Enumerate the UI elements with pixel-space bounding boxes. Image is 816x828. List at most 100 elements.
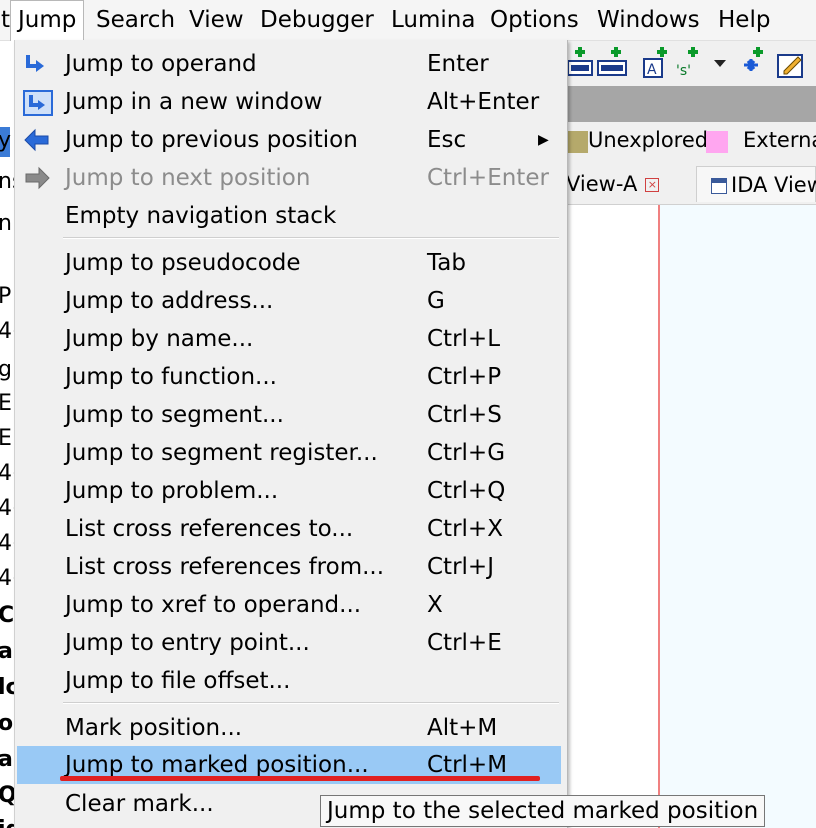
legend-unexplored-label: Unexplored [588,128,709,152]
menu-item-label: Jump to operand [65,51,257,77]
left-fragment: o [0,711,14,736]
add-ascii-icon[interactable]: A [642,45,672,79]
menu-item-jump-to-operand[interactable]: Jump to operand Enter [17,45,561,83]
menu-item-label: Jump to problem... [65,478,279,504]
menu-separator [63,237,559,239]
menu-item-jump-to-previous-position[interactable]: Jump to previous position Esc ▶ [17,121,561,159]
annotation-underline [60,776,540,781]
new-window-jump-icon [23,90,53,116]
left-fragment: a [0,639,13,664]
menu-item-label: Jump to pseudocode [65,250,301,276]
jump-menu: Jump to operand Enter Jump in a new wind… [14,40,568,828]
menu-item-label: Mark position... [65,715,243,741]
menu-item-label: Jump to address... [65,288,274,314]
menu-item-mark-position[interactable]: Mark position... Alt+M [17,709,561,747]
menu-windows[interactable]: Windows [590,0,707,40]
menu-item-shortcut: Ctrl+Q [427,478,506,504]
menu-item-jump-to-pseudocode[interactable]: Jump to pseudocode Tab [17,244,561,282]
navigation-band[interactable] [566,86,816,122]
window-icon [711,178,727,194]
unexplored-swatch [566,131,588,153]
menu-item-shortcut: Enter [427,51,489,77]
menu-item-shortcut: Ctrl+P [427,364,502,390]
menu-item-list-cross-references-from[interactable]: List cross references from... Ctrl+J [17,548,561,586]
menu-item-label: Jump to segment... [65,402,284,428]
menu-separator [63,702,559,704]
add-code-icon[interactable] [566,45,596,79]
menu-search[interactable]: Search [89,0,182,40]
menu-item-label: Jump in a new window [65,89,323,115]
left-fragment: P [0,284,12,309]
menu-item-jump-to-segment-register[interactable]: Jump to segment register... Ctrl+G [17,434,561,472]
menu-item-shortcut: Ctrl+J [427,554,494,580]
add-struct-icon[interactable]: 's' [674,45,704,79]
close-icon[interactable]: × [645,178,660,192]
left-fragment: g [0,357,12,382]
menu-jump[interactable]: Jump [10,0,85,41]
menu-item-label: Jump to segment register... [65,440,378,466]
menu-item-shortcut: Alt+Enter [427,89,540,115]
menu-item-label: Jump to file offset... [65,668,291,694]
add-enum-icon[interactable] [736,45,766,79]
left-fragment: y [0,128,12,153]
menu-item-jump-to-file-offset[interactable]: Jump to file offset... [17,662,561,700]
menu-item-jump-to-entry-point[interactable]: Jump to entry point... Ctrl+E [17,624,561,662]
menu-item-jump-to-address[interactable]: Jump to address... G [17,282,561,320]
menu-item-label: Jump to entry point... [65,630,310,656]
disassembly-view[interactable] [566,205,816,828]
menu-item-shortcut: Ctrl+G [427,440,506,466]
menu-item-empty-navigation-stack[interactable]: Empty navigation stack [17,197,561,235]
tab-ida-view-other[interactable]: IDA View [696,166,816,202]
menu-lumina[interactable]: Lumina [384,0,482,40]
menu-debugger[interactable]: Debugger [253,0,381,40]
view-tab-bar: View-A × IDA View [566,162,816,205]
submenu-arrow-icon: ▶ [538,132,549,148]
back-arrow-icon [23,128,49,152]
left-fragment: a [0,747,13,772]
tab-ida-view-a-label: View-A [566,172,638,196]
legend-external-label: External [743,128,816,152]
left-fragment: n [0,211,12,236]
menu-item-label: Clear mark... [65,791,214,817]
menu-item-jump-by-name[interactable]: Jump by name... Ctrl+L [17,320,561,358]
menu-item-shortcut: Ctrl+L [427,326,501,352]
menu-item-jump-to-function[interactable]: Jump to function... Ctrl+P [17,358,561,396]
margin-line [658,205,660,828]
menu-bar: t Jump Search View Debugger Lumina Optio… [0,0,816,41]
toolbar: A 's' [566,41,816,85]
menu-item-label: List cross references from... [65,554,385,580]
menu-item-shortcut: Alt+M [427,715,498,741]
menu-item-jump-to-next-position[interactable]: Jump to next position Ctrl+Enter [17,159,561,197]
add-data-icon[interactable] [596,45,627,79]
menu-item-list-cross-references-to[interactable]: List cross references to... Ctrl+X [17,510,561,548]
chevron-down-icon[interactable] [712,45,728,79]
forward-arrow-icon [23,166,50,190]
svg-text:A: A [647,62,657,78]
menu-item-jump-to-xref-to-operand[interactable]: Jump to xref to operand... X [17,586,561,624]
tab-ida-view-other-label: IDA View [731,173,816,197]
edit-pencil-icon[interactable] [776,45,806,79]
tooltip: Jump to the selected marked position [320,795,766,827]
menu-item-shortcut: Ctrl+S [427,402,502,428]
menu-item-label: Jump to function... [65,364,277,390]
menu-view[interactable]: View [182,0,251,40]
tab-ida-view-a[interactable]: View-A × [566,166,660,202]
menu-item-label: Empty navigation stack [65,203,337,229]
menu-item-shortcut: Ctrl+X [427,516,503,542]
graph-background [660,205,816,828]
menu-item-jump-to-problem[interactable]: Jump to problem... Ctrl+Q [17,472,561,510]
menu-item-shortcut: X [427,592,443,618]
menu-item-label: Jump to previous position [65,127,358,153]
menu-item-label: Jump to next position [65,165,311,191]
menu-item-jump-to-segment[interactable]: Jump to segment... Ctrl+S [17,396,561,434]
menu-item-shortcut: G [427,288,445,314]
menu-item-shortcut: Tab [427,250,466,276]
jump-arrow-icon [23,52,49,76]
menu-options[interactable]: Options [483,0,586,40]
left-fragment: E [0,391,12,416]
left-fragment: E [0,426,12,451]
external-swatch [706,131,728,153]
menu-item-jump-in-new-window[interactable]: Jump in a new window Alt+Enter [17,83,561,121]
menu-help[interactable]: Help [711,0,777,40]
svg-text:'s': 's' [676,63,691,79]
